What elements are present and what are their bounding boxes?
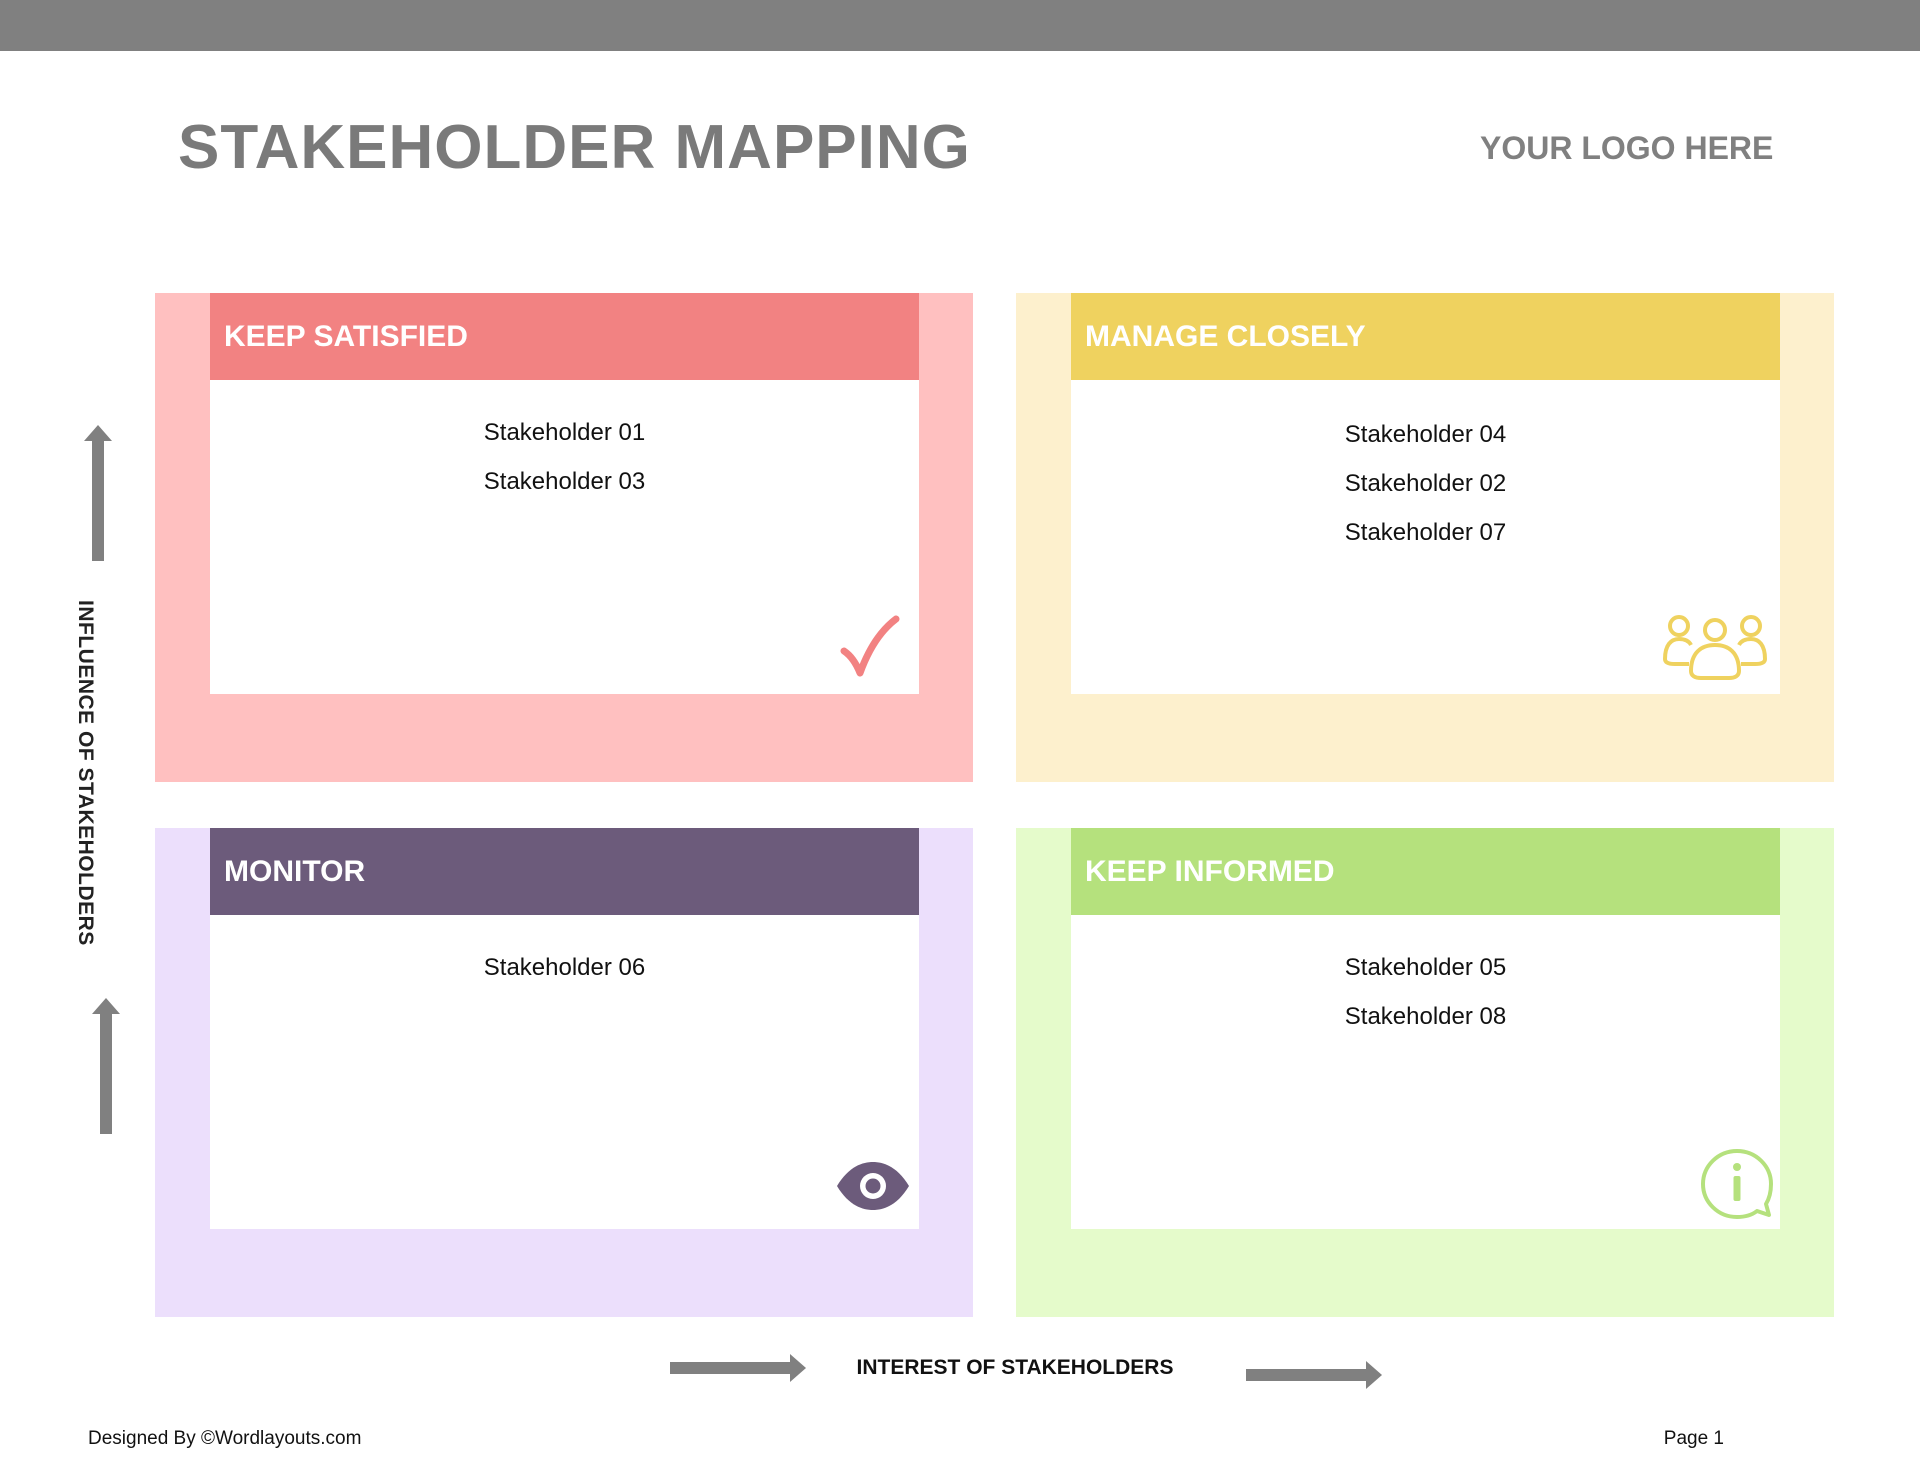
top-bar — [0, 0, 1920, 51]
list-item: Stakeholder 05 — [1344, 954, 1507, 981]
list-item: Stakeholder 02 — [1344, 470, 1507, 497]
page-title: STAKEHOLDER MAPPING — [178, 113, 971, 182]
quadrant-monitor: MONITOR Stakeholder 06 — [155, 828, 973, 1317]
checkmark-icon — [840, 615, 900, 677]
quadrant-header: MANAGE CLOSELY — [1071, 293, 1780, 380]
arrow-right-icon — [1246, 1361, 1382, 1389]
logo-placeholder: YOUR LOGO HERE — [1480, 130, 1774, 166]
list-item: Stakeholder 04 — [1344, 421, 1507, 448]
arrow-up-icon — [92, 998, 120, 1134]
list-item: Stakeholder 06 — [483, 954, 646, 981]
quadrant-manage-closely: MANAGE CLOSELY Stakeholder 04 Stakeholde… — [1016, 293, 1834, 782]
eye-icon — [837, 1162, 909, 1210]
quadrant-body: Stakeholder 05 Stakeholder 08 — [1071, 915, 1780, 1229]
quadrant-header: MONITOR — [210, 828, 919, 915]
footer-credit: Designed By ©Wordlayouts.com — [88, 1428, 362, 1449]
quadrant-keep-satisfied: KEEP SATISFIED Stakeholder 01 Stakeholde… — [155, 293, 973, 782]
list-item: Stakeholder 08 — [1344, 1003, 1507, 1030]
quadrant-body: Stakeholder 01 Stakeholder 03 — [210, 380, 919, 694]
arrow-right-icon — [670, 1354, 806, 1382]
quadrant-header: KEEP INFORMED — [1071, 828, 1780, 915]
list-item: Stakeholder 03 — [483, 468, 646, 495]
stakeholder-list: Stakeholder 01 Stakeholder 03 — [210, 408, 919, 506]
page-number: Page 1 — [1663, 1428, 1724, 1449]
x-axis-label: INTEREST OF STAKEHOLDERS — [856, 1356, 1174, 1379]
quadrant-keep-informed: KEEP INFORMED Stakeholder 05 Stakeholder… — [1016, 828, 1834, 1317]
quadrant-body: Stakeholder 04 Stakeholder 02 Stakeholde… — [1071, 380, 1780, 694]
list-item: Stakeholder 07 — [1344, 519, 1507, 546]
quadrant-body: Stakeholder 06 — [210, 915, 919, 1229]
y-axis-label: INFLUENCE OF STAKEHOLDERS — [74, 600, 97, 946]
stakeholder-list: Stakeholder 06 — [210, 943, 919, 992]
group-icon — [1663, 615, 1767, 680]
list-item: Stakeholder 01 — [483, 419, 646, 446]
quadrant-header: KEEP SATISFIED — [210, 293, 919, 380]
arrow-up-icon — [84, 425, 112, 561]
info-bubble-icon — [1701, 1149, 1773, 1219]
stakeholder-list: Stakeholder 04 Stakeholder 02 Stakeholde… — [1071, 410, 1780, 557]
stakeholder-list: Stakeholder 05 Stakeholder 08 — [1071, 943, 1780, 1041]
